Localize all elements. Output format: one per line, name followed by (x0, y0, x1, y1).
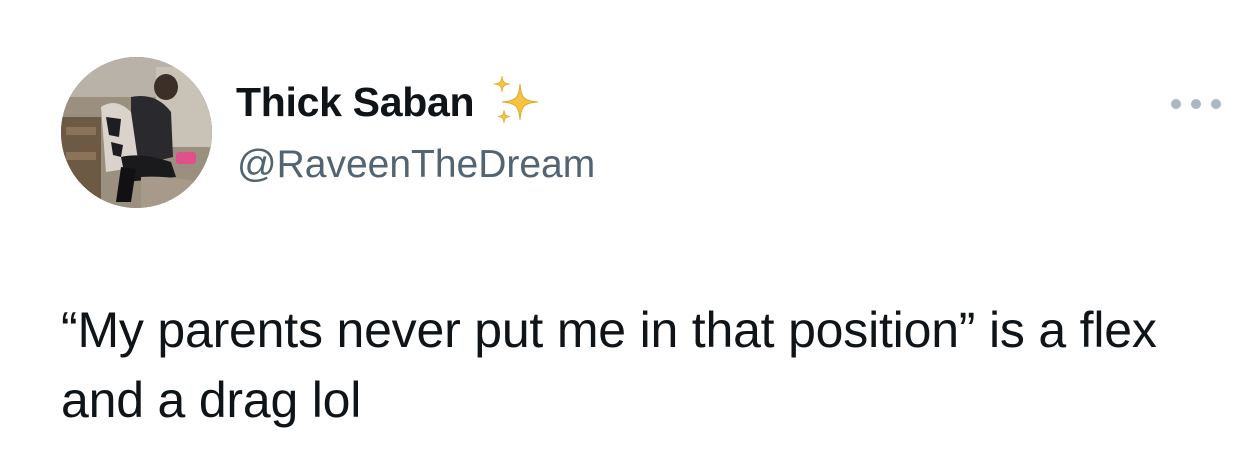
tweet-card: Thick Saban @RaveenTheDream “My parents … (0, 0, 1249, 471)
more-dot (1171, 99, 1181, 109)
author-display-name[interactable]: Thick Saban (236, 72, 475, 132)
more-options-icon[interactable] (1171, 92, 1221, 116)
avatar-photo (61, 57, 212, 208)
more-dot (1191, 99, 1201, 109)
more-dot (1211, 99, 1221, 109)
author-name-row: Thick Saban (236, 72, 548, 132)
author-handle[interactable]: @RaveenTheDream (237, 137, 595, 193)
author-avatar[interactable] (61, 57, 212, 208)
sparkles-icon (488, 74, 548, 130)
tweet-text: “My parents never put me in that positio… (61, 302, 1157, 428)
